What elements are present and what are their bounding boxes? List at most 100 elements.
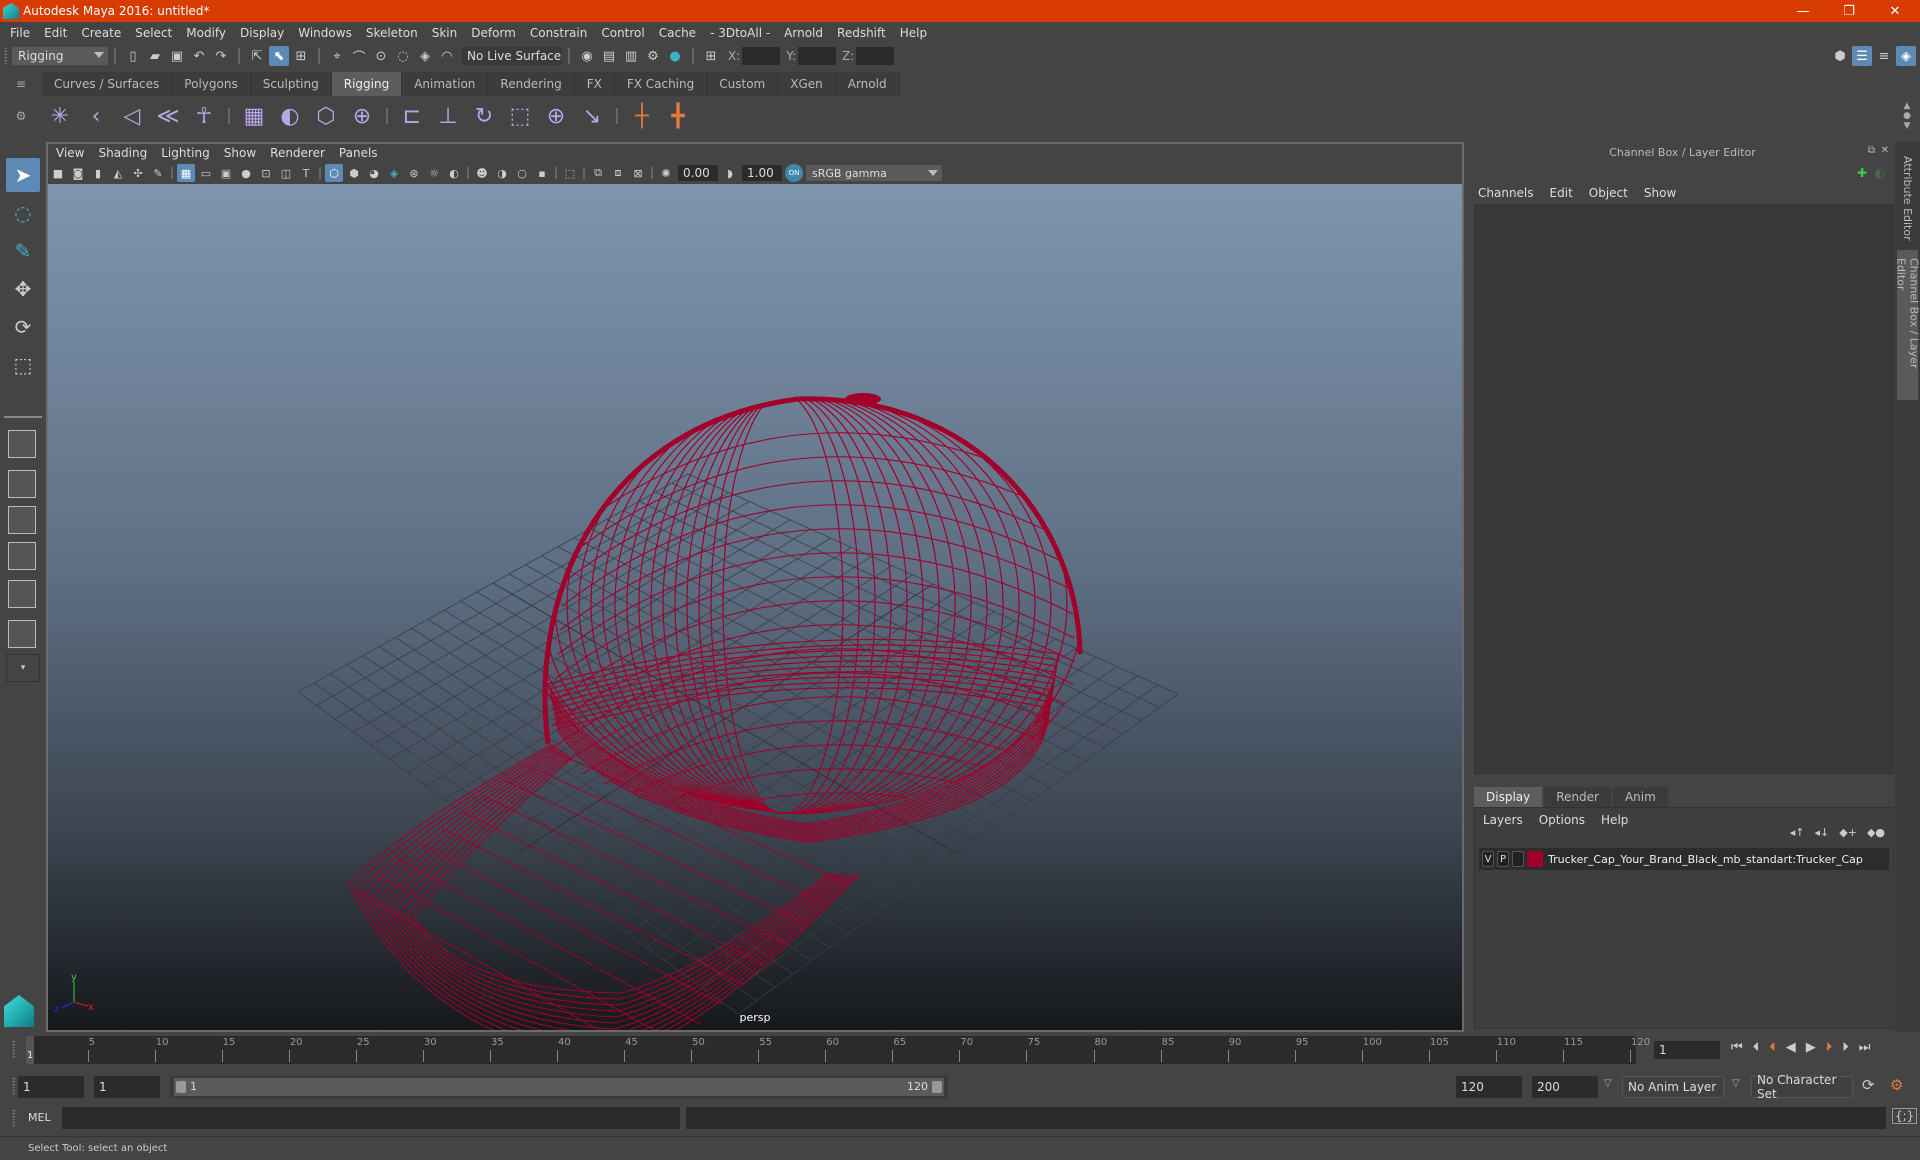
script-editor-icon[interactable]: {;} xyxy=(1892,1108,1918,1124)
range-slider-track[interactable]: 1 120 xyxy=(170,1076,948,1098)
render-frame-icon[interactable]: ▤ xyxy=(599,46,619,66)
move-layer-up-icon[interactable]: ◂↑ xyxy=(1790,826,1805,839)
menu-redshift[interactable]: Redshift xyxy=(837,26,886,40)
ambient-occlusion-icon[interactable]: ☻ xyxy=(473,164,491,182)
tab-rendering[interactable]: Rendering xyxy=(488,72,575,96)
tab-animation[interactable]: Animation xyxy=(402,72,489,96)
channel-box-toggle-icon[interactable]: ◈ xyxy=(1896,46,1916,66)
xray-joints-icon[interactable]: ⧈ xyxy=(609,164,627,182)
tab-arnold[interactable]: Arnold xyxy=(835,72,900,96)
menu-create[interactable]: Create xyxy=(81,26,121,40)
tab-display[interactable]: Display xyxy=(1474,787,1543,807)
mel-input[interactable] xyxy=(62,1107,680,1129)
minimize-button[interactable]: — xyxy=(1780,0,1826,22)
tab-fx-caching[interactable]: FX Caching xyxy=(614,72,708,96)
redo-icon[interactable]: ↷ xyxy=(211,46,231,66)
new-layer-from-selected-icon[interactable]: ◆● xyxy=(1867,826,1885,839)
tab-custom[interactable]: Custom xyxy=(707,72,779,96)
save-scene-icon[interactable]: ▣ xyxy=(167,46,187,66)
tab-rigging[interactable]: Rigging xyxy=(331,72,403,96)
transform-constraint-icon[interactable]: ⊞ xyxy=(701,46,721,66)
layer-display-type-toggle[interactable] xyxy=(1512,851,1524,867)
hypershade-layout-icon[interactable] xyxy=(8,580,36,608)
anim-layer-chevron-icon[interactable]: ▽ xyxy=(1604,1078,1612,1089)
character-set-chevron-icon[interactable]: ▽ xyxy=(1732,1078,1740,1089)
range-slider-bar[interactable]: 1 120 xyxy=(174,1078,944,1096)
xray-icon[interactable]: ⧉ xyxy=(589,164,607,182)
xray-components-icon[interactable]: ⊠ xyxy=(629,164,647,182)
safe-action-icon[interactable]: ◫ xyxy=(277,164,295,182)
anti-aliasing-icon[interactable]: ○ xyxy=(513,164,531,182)
layer-visibility-toggle[interactable]: V xyxy=(1482,851,1494,867)
x-field[interactable] xyxy=(742,47,781,65)
persp-outliner-layout-icon[interactable] xyxy=(8,506,36,534)
single-perspective-layout-icon[interactable] xyxy=(8,430,36,458)
float-panel-icon[interactable]: ⧉ xyxy=(1868,145,1875,156)
menu-cache[interactable]: Cache xyxy=(659,26,696,40)
go-to-end-icon[interactable]: ⏭ xyxy=(1859,1040,1871,1055)
paint-weights-icon[interactable]: ◐ xyxy=(272,98,308,134)
grip-handle[interactable] xyxy=(4,47,8,65)
snap-live-icon[interactable]: ◠ xyxy=(437,46,457,66)
mel-label[interactable]: MEL xyxy=(28,1111,51,1124)
lattice-icon[interactable]: ⬡ xyxy=(308,98,344,134)
menu-select[interactable]: Select xyxy=(135,26,172,40)
grip-handle[interactable] xyxy=(12,1040,16,1058)
character-set-dropdown[interactable]: No Character Set xyxy=(1751,1073,1853,1101)
cb-menu-edit[interactable]: Edit xyxy=(1550,186,1573,200)
time-slider-track[interactable]: 1 5 10 15 20 25 30 35 40 45 50 55 60 65 70 75 80 85 90 95 1… xyxy=(26,1036,1650,1064)
vp-menu-panels[interactable]: Panels xyxy=(339,146,378,160)
animation-end-field[interactable]: 200 xyxy=(1532,1076,1598,1098)
close-panel-icon[interactable]: ✕ xyxy=(1881,145,1889,156)
playback-end-field[interactable]: 120 xyxy=(1456,1076,1522,1098)
step-forward-key-icon[interactable]: ⏵ xyxy=(1826,1040,1833,1055)
persp-graph-outliner-layout-icon[interactable] xyxy=(8,620,36,648)
snap-curve-icon[interactable]: ⌒ xyxy=(349,46,369,66)
ipr-render-icon[interactable]: ▥ xyxy=(621,46,641,66)
tab-curves-surfaces[interactable]: Curves / Surfaces xyxy=(42,72,173,96)
current-frame-field[interactable]: 1 xyxy=(1654,1041,1720,1059)
cb-menu-object[interactable]: Object xyxy=(1589,186,1628,200)
create-joints-icon[interactable]: ✳ xyxy=(42,98,78,134)
menu-deform[interactable]: Deform xyxy=(471,26,516,40)
render-view-icon[interactable]: ◉ xyxy=(577,46,597,66)
layer-row[interactable]: V P Trucker_Cap_Your_Brand_Black_mb_stan… xyxy=(1479,848,1889,870)
step-back-key-icon[interactable]: ⏴ xyxy=(1769,1040,1776,1055)
live-surface-field[interactable]: No Live Surface xyxy=(462,47,562,65)
animation-start-field[interactable]: 1 xyxy=(18,1076,84,1098)
film-gate-icon[interactable]: ▭ xyxy=(197,164,215,182)
layer-color-swatch[interactable] xyxy=(1527,851,1543,867)
grease-pencil-icon[interactable]: ✎ xyxy=(149,164,167,182)
default-material-icon[interactable]: ◕ xyxy=(365,164,383,182)
select-component-icon[interactable]: ⊞ xyxy=(291,46,311,66)
channel-list[interactable] xyxy=(1474,204,1894,774)
motion-blur-icon[interactable]: ◑ xyxy=(493,164,511,182)
tab-sculpting[interactable]: Sculpting xyxy=(250,72,332,96)
range-end-handle[interactable] xyxy=(932,1081,942,1093)
resolution-gate-icon[interactable]: ▣ xyxy=(217,164,235,182)
tab-anim[interactable]: Anim xyxy=(1612,787,1668,807)
field-chart-icon[interactable]: ⊡ xyxy=(257,164,275,182)
animation-preferences-icon[interactable]: ⚙ xyxy=(1890,1076,1903,1094)
shadows-icon[interactable]: ◐ xyxy=(445,164,463,182)
close-button[interactable]: ✕ xyxy=(1872,0,1918,22)
new-layer-icon[interactable]: ◆+ xyxy=(1839,826,1857,839)
select-object-icon[interactable]: ⬉ xyxy=(269,46,289,66)
step-forward-frame-icon[interactable]: ⏵ xyxy=(1842,1040,1849,1055)
color-space-dropdown[interactable]: sRGB gamma xyxy=(806,165,942,181)
bind-skin-icon[interactable]: ▦ xyxy=(236,98,272,134)
hypershade-icon[interactable]: ● xyxy=(665,46,685,66)
layer-menu-help[interactable]: Help xyxy=(1601,813,1628,827)
layer-menu-layers[interactable]: Layers xyxy=(1483,813,1523,827)
range-start-handle[interactable] xyxy=(176,1081,186,1093)
open-scene-icon[interactable]: ▰ xyxy=(145,46,165,66)
gamma-icon[interactable]: ◗ xyxy=(721,164,739,182)
depth-of-field-icon[interactable]: ▪ xyxy=(533,164,551,182)
vp-menu-renderer[interactable]: Renderer xyxy=(270,146,325,160)
layout-menu-button[interactable]: ▾ xyxy=(6,654,40,682)
menu-skin[interactable]: Skin xyxy=(432,26,458,40)
vp-menu-show[interactable]: Show xyxy=(224,146,256,160)
gate-mask-icon[interactable]: ● xyxy=(237,164,255,182)
menu-3dtoall[interactable]: - 3DtoAll - xyxy=(710,26,770,40)
four-view-layout-icon[interactable] xyxy=(8,470,36,498)
